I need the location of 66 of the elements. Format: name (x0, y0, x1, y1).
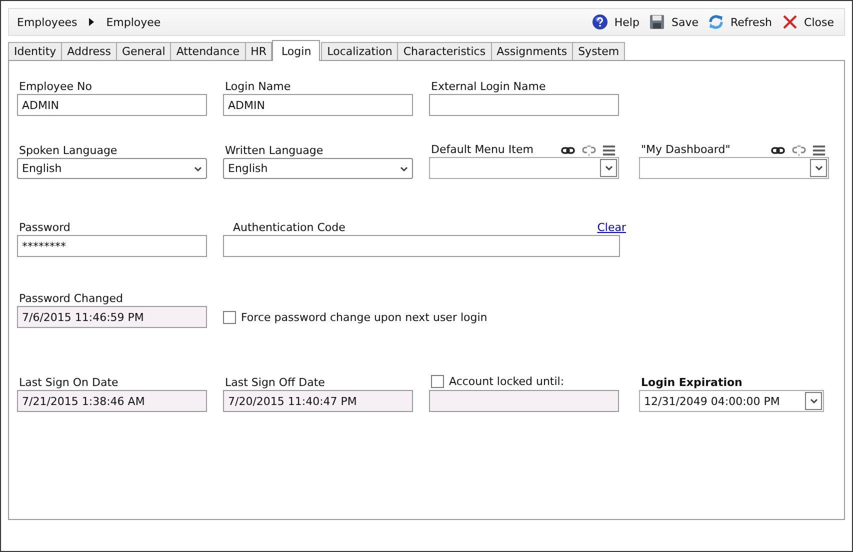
field-label: External Login Name (430, 80, 546, 93)
input-field[interactable]: ******** (17, 235, 207, 257)
unlink-icon (582, 145, 596, 156)
link-icon (561, 145, 575, 156)
field-label: "My Dashboard" (640, 143, 730, 156)
checkbox[interactable] (223, 310, 236, 324)
chevron-icon (810, 398, 818, 404)
date-field[interactable]: 7/6/2015 11:46:59 PM (17, 306, 207, 328)
chevron-icon (814, 165, 822, 171)
breadcrumb-link[interactable]: Employees (17, 16, 78, 28)
date-field[interactable] (429, 390, 619, 412)
tab[interactable]: Characteristics (397, 42, 492, 60)
dropdown[interactable]: English (17, 158, 207, 179)
chevron-icon (604, 165, 612, 171)
unlink-icon (792, 145, 806, 156)
save-icon (649, 14, 666, 30)
checkbox[interactable] (431, 374, 444, 388)
link-icon (771, 145, 785, 156)
tab[interactable]: Identity (8, 42, 62, 60)
menu-icon (603, 145, 615, 156)
field-label: Last Sign Off Date (224, 376, 325, 389)
clear-link[interactable]: Clear (597, 221, 626, 234)
dropdown-button[interactable] (600, 159, 617, 177)
checkbox-label: Force password change upon next user login (241, 310, 488, 324)
refresh-button[interactable]: Refresh (706, 14, 774, 30)
field-label: Authentication Code (232, 221, 346, 234)
field-label: Employee No (18, 80, 92, 93)
chevron-icon (194, 166, 202, 172)
dropdown-button[interactable] (805, 392, 822, 410)
field-label: Login Expiration (640, 376, 742, 389)
date-field[interactable]: 7/20/2015 11:40:47 PM (223, 390, 413, 412)
tab[interactable]: Login (272, 40, 320, 61)
checkbox-label: Account locked until: (449, 374, 564, 388)
tab[interactable]: Address (61, 42, 117, 60)
input-field[interactable] (223, 235, 620, 257)
help-button[interactable]: Help (590, 14, 642, 30)
tab[interactable]: Assignments (490, 42, 574, 60)
input-field[interactable] (429, 94, 619, 116)
input-field[interactable]: ADMIN (17, 94, 207, 116)
field-label: Password Changed (18, 292, 123, 305)
field-label: Login Name (224, 80, 291, 93)
field-label: Password (18, 221, 70, 234)
caret-icon (89, 18, 94, 26)
dropdown[interactable]: English (223, 158, 413, 179)
field-label: Written Language (224, 144, 324, 157)
save-button[interactable]: Save (647, 14, 700, 30)
close-icon (782, 14, 798, 30)
field-label: Spoken Language (18, 144, 118, 157)
combo-box[interactable]: 12/31/2049 04:00:00 PM (639, 390, 824, 412)
breadcrumb-link[interactable]: Employee (106, 16, 161, 28)
combo-value: 12/31/2049 04:00:00 PM (644, 394, 780, 408)
tab[interactable]: System (572, 42, 626, 60)
help-icon (592, 14, 608, 30)
refresh-icon (708, 14, 724, 30)
dropdown-button[interactable] (810, 159, 827, 177)
input-field[interactable]: ADMIN (223, 94, 413, 116)
field-label: Last Sign On Date (18, 376, 118, 389)
tab[interactable]: General (116, 42, 172, 60)
chevron-icon (400, 166, 408, 172)
date-field[interactable]: 7/21/2015 1:38:46 AM (17, 390, 207, 412)
field-label: Default Menu Item (430, 143, 534, 156)
tab[interactable]: Attendance (170, 42, 246, 60)
close-button[interactable]: Close (780, 14, 836, 30)
tab[interactable]: Localization (321, 42, 398, 60)
menu-icon (813, 145, 825, 156)
tab[interactable]: HR (244, 42, 272, 60)
